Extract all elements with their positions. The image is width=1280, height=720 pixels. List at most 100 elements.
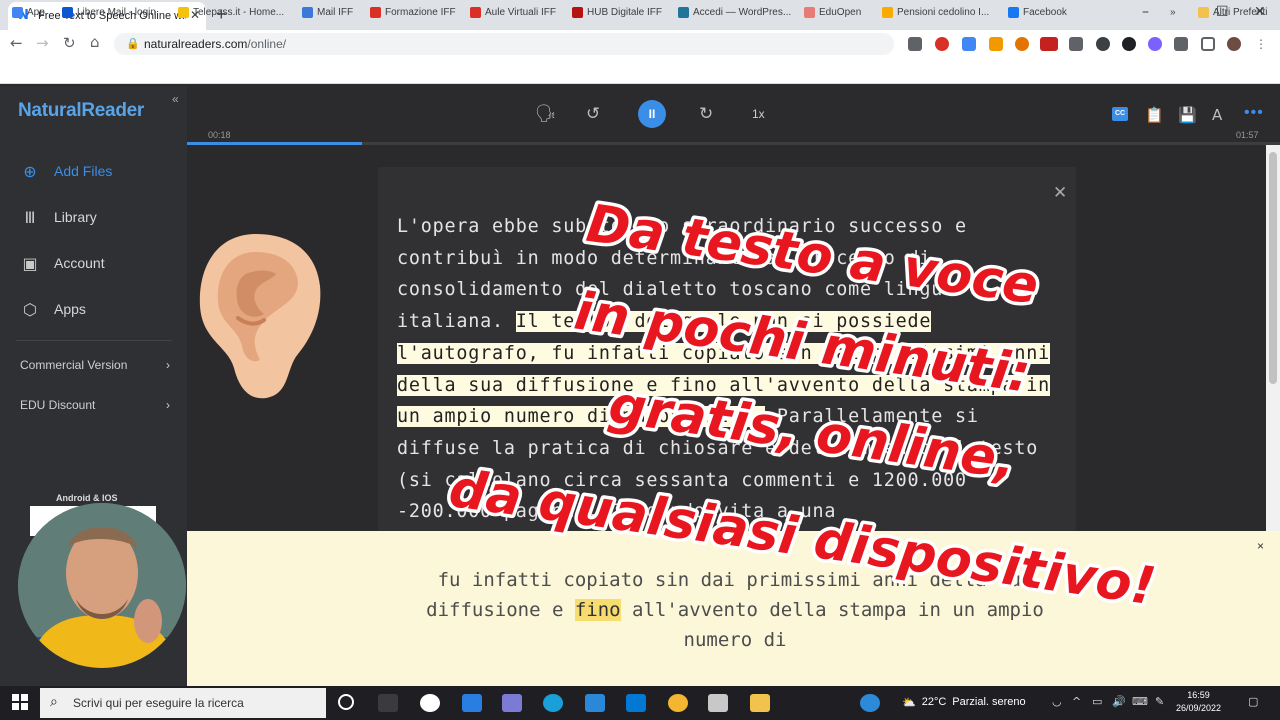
windows-start-icon[interactable] [12, 694, 28, 710]
extension-icon[interactable] [935, 37, 949, 51]
naturalreader-logo[interactable]: NaturalReader [18, 100, 144, 122]
pause-button[interactable]: II [638, 100, 666, 128]
commercial-version-menu[interactable]: Commercial Version › [20, 358, 170, 372]
rewind-icon[interactable]: ↺ [586, 104, 600, 124]
speed-button[interactable]: 1x [752, 107, 765, 121]
network-icon[interactable]: ▭ [1092, 695, 1102, 708]
notifications-icon[interactable]: ▢ [1248, 695, 1258, 708]
bookmarks-more-button[interactable]: » [1170, 7, 1176, 18]
total-time: 01:57 [1236, 130, 1259, 140]
back-icon[interactable]: ← [10, 34, 23, 52]
apps-icon: ⬡ [23, 299, 37, 319]
apps-button[interactable]: ⬡ Apps [20, 297, 86, 321]
weather-widget[interactable]: ⛅ 22°C Parzial. sereno [902, 696, 1026, 709]
captions-icon[interactable]: CC [1112, 107, 1128, 121]
add-circle-icon: ⊕ [23, 161, 37, 181]
bookmark-item[interactable]: HUB Digitale IFF [572, 7, 662, 18]
presenter-photo [18, 503, 186, 668]
weather-icon: ⛅ [902, 697, 916, 709]
mail-icon[interactable] [462, 694, 482, 712]
language-icon[interactable]: ⌨ [1132, 695, 1148, 708]
voice-icon[interactable]: 🗣 [535, 104, 557, 124]
extension-icon[interactable] [1096, 37, 1110, 51]
settings-icon[interactable] [708, 694, 728, 712]
extension-icon[interactable] [908, 37, 922, 51]
sidebar-divider [16, 340, 172, 341]
extension-icon[interactable] [1148, 37, 1162, 51]
bookmark-label: App [27, 7, 45, 18]
account-icon: ▣ [22, 253, 38, 273]
cortana-icon[interactable] [338, 694, 354, 710]
clock[interactable]: 16:59 26/09/2022 [1176, 689, 1221, 715]
puzzle-icon[interactable] [1174, 37, 1188, 51]
task-view-icon[interactable] [378, 694, 398, 712]
reload-icon[interactable]: ↻ [63, 34, 76, 52]
nav-label: Add Files [54, 163, 113, 179]
extension-icon[interactable] [1122, 37, 1136, 51]
bookmark-item[interactable]: Mail IFF [302, 7, 353, 18]
hp-icon[interactable] [420, 694, 440, 712]
bookmarks-bar [0, 58, 1280, 84]
bookmark-label: Libero Mail - login [77, 7, 156, 18]
extension-icon[interactable] [1015, 37, 1029, 51]
bookmark-item[interactable]: EduOpen [804, 7, 861, 18]
library-button[interactable]: Ⅲ Library [20, 205, 97, 229]
more-options-icon[interactable]: ••• [1244, 104, 1264, 122]
folder-icon [1198, 7, 1209, 18]
forward-icon[interactable]: ↻ [699, 104, 713, 124]
bookmark-item[interactable]: Formazione IFF [370, 7, 456, 18]
avatar[interactable] [1227, 37, 1241, 51]
account-button[interactable]: ▣ Account [20, 251, 104, 275]
taskbar-search[interactable]: ⌕ Scrivi qui per eseguire la ricerca [40, 688, 326, 718]
bookmark-favicon-icon [678, 7, 689, 18]
caption-line: da qualsiasi dispositivo! [446, 459, 1159, 618]
add-files-button[interactable]: ⊕ Add Files [20, 159, 112, 183]
chevron-right-icon: › [166, 358, 170, 372]
people-icon[interactable]: ◡ [1052, 695, 1062, 708]
bookmark-item[interactable]: Accedi — WordPres... [678, 7, 791, 18]
url-text: naturalreaders.com/online/ [144, 37, 287, 51]
minimize-icon[interactable]: – [1142, 4, 1149, 20]
side-panel-icon[interactable] [1201, 37, 1215, 51]
text-style-icon[interactable]: A [1212, 106, 1222, 124]
bookmark-favicon-icon [804, 7, 815, 18]
extension-icon[interactable] [1040, 37, 1058, 51]
edge-icon[interactable] [543, 694, 563, 712]
show-hidden-icon[interactable]: ^ [1072, 695, 1081, 708]
search-icon: ⌕ [50, 694, 58, 710]
extension-icon[interactable] [1069, 37, 1083, 51]
bookmark-item[interactable]: Libero Mail - login [62, 7, 156, 18]
bookmark-item[interactable]: Aule Virtuali IFF [470, 7, 556, 18]
bookmark-favicon-icon [302, 7, 313, 18]
extension-icon[interactable] [989, 37, 1003, 51]
home-icon[interactable]: ⌂ [90, 33, 100, 51]
pen-icon[interactable]: ✎ [1155, 695, 1164, 708]
scrollbar-thumb[interactable] [1269, 152, 1277, 384]
forward-icon[interactable]: → [36, 34, 49, 52]
address-bar[interactable]: 🔒 naturalreaders.com/online/ [114, 33, 894, 55]
extension-icon[interactable] [962, 37, 976, 51]
bookmark-favicon-icon [470, 7, 481, 18]
edu-discount-menu[interactable]: EDU Discount › [20, 398, 170, 412]
chrome-icon[interactable] [668, 694, 688, 712]
bookmark-item[interactable]: Pensioni cedolino I... [882, 7, 989, 18]
volume-icon[interactable]: 🔊 [1112, 695, 1126, 708]
collapse-sidebar-icon[interactable]: « [172, 92, 179, 106]
bookmark-item[interactable]: App [12, 7, 45, 18]
other-bookmarks-button[interactable]: Altri Preferiti [1198, 7, 1267, 18]
todo-icon[interactable] [585, 694, 605, 712]
app-icon[interactable] [860, 694, 880, 712]
nav-label: Library [54, 209, 97, 225]
promo-caption: Da testo a voce in pochi minuti: gratis,… [442, 200, 1162, 621]
outlook-icon[interactable] [626, 694, 646, 712]
store-icon[interactable] [502, 694, 522, 712]
save-icon[interactable]: 💾 [1178, 106, 1197, 124]
bookmark-label: Aule Virtuali IFF [485, 7, 556, 18]
clipboard-icon[interactable]: 📋 [1145, 106, 1164, 124]
bookmark-item[interactable]: Facebook [1008, 7, 1067, 18]
menu-dots-icon[interactable]: ⋮ [1254, 37, 1268, 51]
bookmark-label: Accedi — WordPres... [693, 7, 792, 18]
library-icon: Ⅲ [24, 207, 36, 227]
bookmark-item[interactable]: Telepass.it - Home... [178, 7, 284, 18]
file-explorer-icon[interactable] [750, 694, 770, 712]
